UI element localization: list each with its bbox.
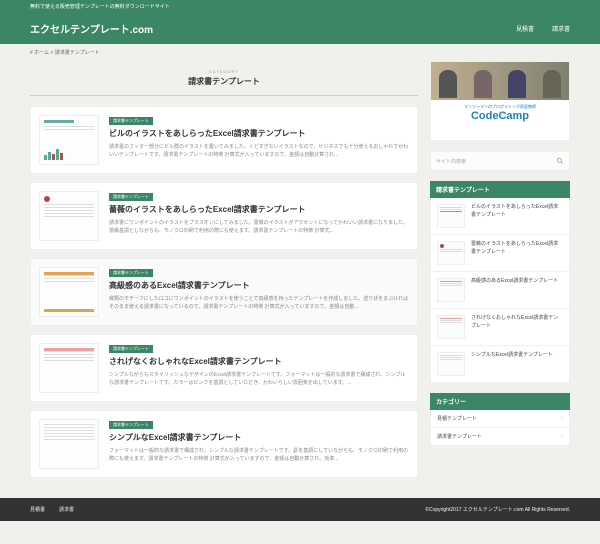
recent-item[interactable]: されげなくおしゃれなExcel請求書テンプレート	[431, 309, 569, 346]
sidebar-ad[interactable]: マンツーマンのプログラミング家庭教師 CodeCamp	[430, 61, 570, 141]
nav-item-quote[interactable]: 見積書	[516, 24, 534, 33]
category-header: CATEGORY 請求書テンプレート	[30, 61, 418, 96]
post-card[interactable]: 請求書テンプレート ビルのイラストをあしらったExcel請求書テンプレート 請求…	[30, 106, 418, 174]
search-input[interactable]: サイト内検索	[430, 151, 570, 171]
post-title: されげなくおしゃれなExcel請求書テンプレート	[109, 356, 409, 367]
nav-item-invoice[interactable]: 請求書	[552, 24, 570, 33]
post-excerpt: 請求書にワンポイントのイラストをプラスオンにしてみました。薔薇のイラストがアクセ…	[109, 219, 409, 235]
category-item[interactable]: 見積テンプレート›	[431, 410, 569, 428]
post-title: シンプルなExcel請求書テンプレート	[109, 432, 409, 443]
search-icon	[556, 157, 564, 165]
post-excerpt: 請求書のフッター部分にビル群のイラストを置いてみました。くどすぎないイラストなの…	[109, 143, 409, 159]
main-nav: 見積書 請求書	[516, 24, 570, 33]
recent-list: ビルのイラストをあしらったExcel請求書テンプレート 薔薇のイラストをあしらっ…	[430, 198, 570, 383]
post-thumbnail	[39, 343, 99, 393]
top-strap: 無料で使える販売管理テンプレートの無料ダウンロードサイト	[0, 0, 600, 13]
post-thumbnail	[39, 419, 99, 469]
post-tag: 請求書テンプレート	[109, 345, 153, 353]
category-list: 見積テンプレート› 請求書テンプレート›	[430, 410, 570, 446]
recent-item[interactable]: 薔薇のイラストをあしらったExcel請求書テンプレート	[431, 235, 569, 272]
recent-title: ビルのイラストをあしらったExcel請求書テンプレート	[471, 204, 563, 228]
recent-item[interactable]: シンプルなExcel請求書テンプレート	[431, 346, 569, 382]
post-tag: 請求書テンプレート	[109, 193, 153, 201]
widget-category-title: カテゴリー	[430, 393, 570, 410]
post-title: 高級感のあるExcel請求書テンプレート	[109, 280, 409, 291]
category-title: 請求書テンプレート	[30, 76, 418, 87]
recent-title: シンプルなExcel請求書テンプレート	[471, 352, 553, 376]
recent-thumb	[437, 204, 465, 228]
footer-nav-invoice[interactable]: 請求書	[59, 506, 74, 513]
recent-title: 薔薇のイラストをあしらったExcel請求書テンプレート	[471, 241, 563, 265]
post-excerpt: 蝶類のモチーフにしたロゴにワンポイントのイラストを使うことで高級感を持ったテンプ…	[109, 295, 409, 311]
main-content: CATEGORY 請求書テンプレート 請求書テンプレート ビルのイラストをあしら…	[30, 61, 418, 478]
footer: 見積書 請求書 ©Copyright2017 エクセルテンプレート.com Al…	[0, 498, 600, 521]
ad-brand: CodeCamp	[435, 110, 565, 122]
chevron-right-icon: ›	[561, 433, 563, 440]
footer-nav-quote[interactable]: 見積書	[30, 506, 45, 513]
copyright: ©Copyright2017 エクセルテンプレート.com All Rights…	[425, 506, 570, 513]
post-thumbnail	[39, 115, 99, 165]
post-thumbnail	[39, 267, 99, 317]
post-card[interactable]: 請求書テンプレート 薔薇のイラストをあしらったExcel請求書テンプレート 請求…	[30, 182, 418, 250]
post-tag: 請求書テンプレート	[109, 117, 153, 125]
post-card[interactable]: 請求書テンプレート されげなくおしゃれなExcel請求書テンプレート シンプルな…	[30, 334, 418, 402]
recent-title: 高級感のあるExcel請求書テンプレート	[471, 278, 558, 302]
post-card[interactable]: 請求書テンプレート シンプルなExcel請求書テンプレート フォーマットは一般的…	[30, 410, 418, 478]
widget-recent-title: 請求書テンプレート	[430, 181, 570, 198]
post-excerpt: シンプルながらもスタイリッシュなデザインのExcel請求書テンプレートです。フォ…	[109, 371, 409, 387]
post-title: ビルのイラストをあしらったExcel請求書テンプレート	[109, 128, 409, 139]
post-card[interactable]: 請求書テンプレート 高級感のあるExcel請求書テンプレート 蝶類のモチーフにし…	[30, 258, 418, 326]
recent-thumb	[437, 241, 465, 265]
recent-item[interactable]: ビルのイラストをあしらったExcel請求書テンプレート	[431, 198, 569, 235]
post-tag: 請求書テンプレート	[109, 269, 153, 277]
category-label: CATEGORY	[30, 69, 418, 74]
post-list: 請求書テンプレート ビルのイラストをあしらったExcel請求書テンプレート 請求…	[30, 106, 418, 478]
post-excerpt: フォーマットは一般的な請求書で構成され、シンプルな請求書テンプレートです。罫を基…	[109, 447, 409, 463]
recent-thumb	[437, 315, 465, 339]
post-thumbnail	[39, 191, 99, 241]
recent-thumb	[437, 278, 465, 302]
header: エクセルテンプレート.com 見積書 請求書	[0, 13, 600, 44]
recent-thumb	[437, 352, 465, 376]
post-title: 薔薇のイラストをあしらったExcel請求書テンプレート	[109, 204, 409, 215]
recent-item[interactable]: 高級感のあるExcel請求書テンプレート	[431, 272, 569, 309]
category-item[interactable]: 請求書テンプレート›	[431, 428, 569, 445]
recent-title: されげなくおしゃれなExcel請求書テンプレート	[471, 315, 563, 339]
post-tag: 請求書テンプレート	[109, 421, 153, 429]
chevron-right-icon: ›	[561, 415, 563, 422]
breadcrumb: # ホーム > 請求書テンプレート	[0, 44, 600, 61]
site-logo[interactable]: エクセルテンプレート.com	[30, 21, 153, 36]
sidebar: マンツーマンのプログラミング家庭教師 CodeCamp サイト内検索 請求書テン…	[430, 61, 570, 478]
